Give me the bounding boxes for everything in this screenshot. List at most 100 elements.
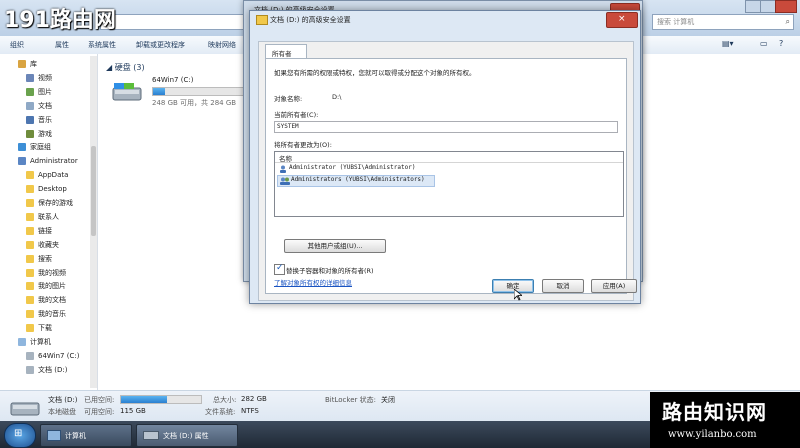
apply-button[interactable]: 应用(A) bbox=[591, 279, 637, 293]
sidebar-item[interactable]: 下载 bbox=[0, 322, 97, 334]
minimize-icon[interactable] bbox=[745, 0, 761, 13]
sidebar-item[interactable]: 计算机 bbox=[0, 336, 97, 348]
replace-owner-checkbox[interactable]: ✓ bbox=[274, 263, 285, 275]
maximize-icon[interactable] bbox=[760, 0, 776, 13]
cancel-button[interactable]: 取消 bbox=[542, 279, 584, 293]
search-icon[interactable]: ⌕ bbox=[786, 17, 790, 27]
toolbar-system-properties[interactable]: 系统属性 bbox=[88, 40, 116, 50]
watermark-title: 路由知识网 bbox=[662, 400, 767, 424]
sidebar-item[interactable]: AppData bbox=[0, 169, 97, 181]
list-item[interactable]: Administrator (YUBSI\Administrator) bbox=[277, 164, 621, 174]
nav-scrollbar[interactable] bbox=[90, 56, 97, 388]
sidebar-item[interactable]: 文档 (D:) bbox=[0, 364, 97, 376]
windows-logo-icon: ⊞ bbox=[14, 428, 23, 439]
toolbar-uninstall[interactable]: 卸载或更改程序 bbox=[136, 40, 185, 50]
status-drive-name: 文档 (D:) bbox=[48, 396, 78, 404]
status-drive-type: 本地磁盘 bbox=[48, 408, 76, 416]
sidebar-item-label: 链接 bbox=[38, 226, 52, 235]
folder-icon bbox=[26, 226, 34, 235]
taskbar-item-computer[interactable]: 计算机 bbox=[40, 424, 132, 447]
status-usage-bar bbox=[120, 395, 202, 404]
sidebar-item-label: 我的文档 bbox=[38, 296, 66, 305]
drive-icon bbox=[143, 431, 159, 440]
folder-icon bbox=[26, 324, 34, 333]
list-header-name: 名称 bbox=[279, 155, 292, 163]
sidebar-item[interactable]: 搜索 bbox=[0, 253, 97, 265]
tab-owner-label: 所有者 bbox=[272, 50, 292, 58]
sidebar-item-label: 计算机 bbox=[30, 338, 51, 346]
nav-scroll-thumb[interactable] bbox=[91, 146, 96, 236]
status-total-label: 总大小: bbox=[213, 396, 237, 404]
sidebar-item[interactable]: Administrator bbox=[0, 155, 97, 167]
sidebar-item-label: 我的视频 bbox=[38, 268, 66, 277]
ownership-help-link[interactable]: 了解对象所有权的详细信息 bbox=[274, 277, 352, 287]
sidebar-item[interactable]: 家庭组 bbox=[0, 141, 97, 153]
documents-icon bbox=[26, 101, 34, 110]
folder-icon bbox=[26, 296, 34, 305]
drive-name: 64Win7 (C:) bbox=[152, 76, 194, 84]
drive-item-c[interactable]: 64Win7 (C:) 248 GB 可用，共 284 GB bbox=[106, 74, 256, 114]
video-icon bbox=[26, 73, 34, 82]
other-users-button[interactable]: 其他用户或组(U)... bbox=[284, 239, 386, 253]
instruction-text: 如果您有所需的权限或特权，您就可以取得或分配这个对象的所有权。 bbox=[274, 69, 476, 77]
current-owner-label: 当前所有者(C): bbox=[274, 111, 319, 119]
sidebar-item[interactable]: 保存的游戏 bbox=[0, 197, 97, 209]
check-icon: ✓ bbox=[276, 263, 284, 273]
sidebar-item[interactable]: 游戏 bbox=[0, 128, 97, 140]
sidebar-item-label: 游戏 bbox=[38, 129, 52, 138]
sidebar-item-label: 我的音乐 bbox=[38, 310, 66, 319]
sidebar-item-label: 下载 bbox=[38, 324, 52, 333]
taskbar-item-properties[interactable]: 文档 (D:) 属性 bbox=[136, 424, 238, 447]
folder-icon bbox=[26, 185, 34, 194]
preview-pane-icon[interactable]: ▭ bbox=[760, 39, 768, 48]
drive-icon bbox=[10, 402, 40, 416]
sidebar-item-label: 视频 bbox=[38, 73, 52, 82]
status-usage-fill bbox=[121, 396, 168, 403]
sidebar-item[interactable]: 音乐 bbox=[0, 114, 97, 126]
sidebar-item[interactable]: 文档 bbox=[0, 100, 97, 112]
status-bitlocker-value: 关闭 bbox=[381, 396, 395, 404]
section-hard-disks[interactable]: ◢ 硬盘 (3) bbox=[106, 62, 145, 73]
sidebar-item[interactable]: 图片 bbox=[0, 86, 97, 98]
sidebar-item-label: 我的图片 bbox=[38, 282, 66, 291]
ok-button[interactable]: 确定 bbox=[492, 279, 534, 293]
list-item[interactable]: Administrators (YUBSI\Administrators) bbox=[277, 175, 435, 187]
toolbar-properties[interactable]: 属性 bbox=[55, 40, 69, 50]
sidebar-item[interactable]: 我的音乐 bbox=[0, 308, 97, 320]
view-options-icon[interactable]: ▤▾ bbox=[722, 39, 734, 48]
list-item-name: Administrators (YUBSI\Administrators) bbox=[291, 176, 425, 183]
sidebar-item-label: 图片 bbox=[38, 87, 52, 96]
sidebar-item[interactable]: 联系人 bbox=[0, 211, 97, 223]
computer-icon bbox=[47, 430, 61, 441]
close-icon[interactable] bbox=[775, 0, 797, 13]
toolbar-organize[interactable]: 组织 bbox=[10, 40, 24, 50]
object-name-label: 对象名称: bbox=[274, 95, 303, 103]
help-icon[interactable]: ? bbox=[779, 39, 783, 48]
sidebar-item-label: Administrator bbox=[30, 157, 78, 166]
sidebar-item[interactable]: 链接 bbox=[0, 225, 97, 237]
user-icon bbox=[280, 165, 286, 173]
watermark-top-left: 191路由网 bbox=[4, 8, 116, 33]
computer-icon bbox=[18, 338, 26, 346]
sidebar-item[interactable]: 我的视频 bbox=[0, 267, 97, 279]
sidebar-item[interactable]: Desktop bbox=[0, 183, 97, 195]
folder-icon bbox=[26, 268, 34, 277]
toolbar-map-network[interactable]: 映射网络 bbox=[208, 40, 236, 50]
sidebar-item[interactable]: 库 bbox=[0, 58, 97, 70]
sidebar-item[interactable]: 收藏夹 bbox=[0, 239, 97, 251]
folder-icon bbox=[26, 199, 34, 207]
close-icon[interactable]: × bbox=[606, 12, 638, 28]
search-box[interactable]: 搜索 计算机 ⌕ bbox=[652, 14, 794, 30]
tab-owner[interactable]: 所有者 bbox=[265, 44, 307, 59]
replace-owner-label: 替换子容器和对象的所有者(R) bbox=[286, 267, 374, 275]
sidebar-item-label: 64Win7 (C:) bbox=[38, 351, 80, 360]
sidebar-item[interactable]: 视频 bbox=[0, 72, 97, 84]
start-button[interactable]: ⊞ bbox=[4, 423, 36, 448]
sidebar-item[interactable]: 我的图片 bbox=[0, 280, 97, 292]
sidebar-item[interactable]: 我的文档 bbox=[0, 294, 97, 306]
library-icon bbox=[18, 60, 26, 68]
sidebar-item-label: 文档 (D:) bbox=[38, 365, 68, 374]
sidebar-item[interactable]: 64Win7 (C:) bbox=[0, 350, 97, 362]
owner-list-header[interactable]: 名称 bbox=[275, 152, 623, 163]
status-used-label: 已用空间: bbox=[84, 396, 115, 404]
